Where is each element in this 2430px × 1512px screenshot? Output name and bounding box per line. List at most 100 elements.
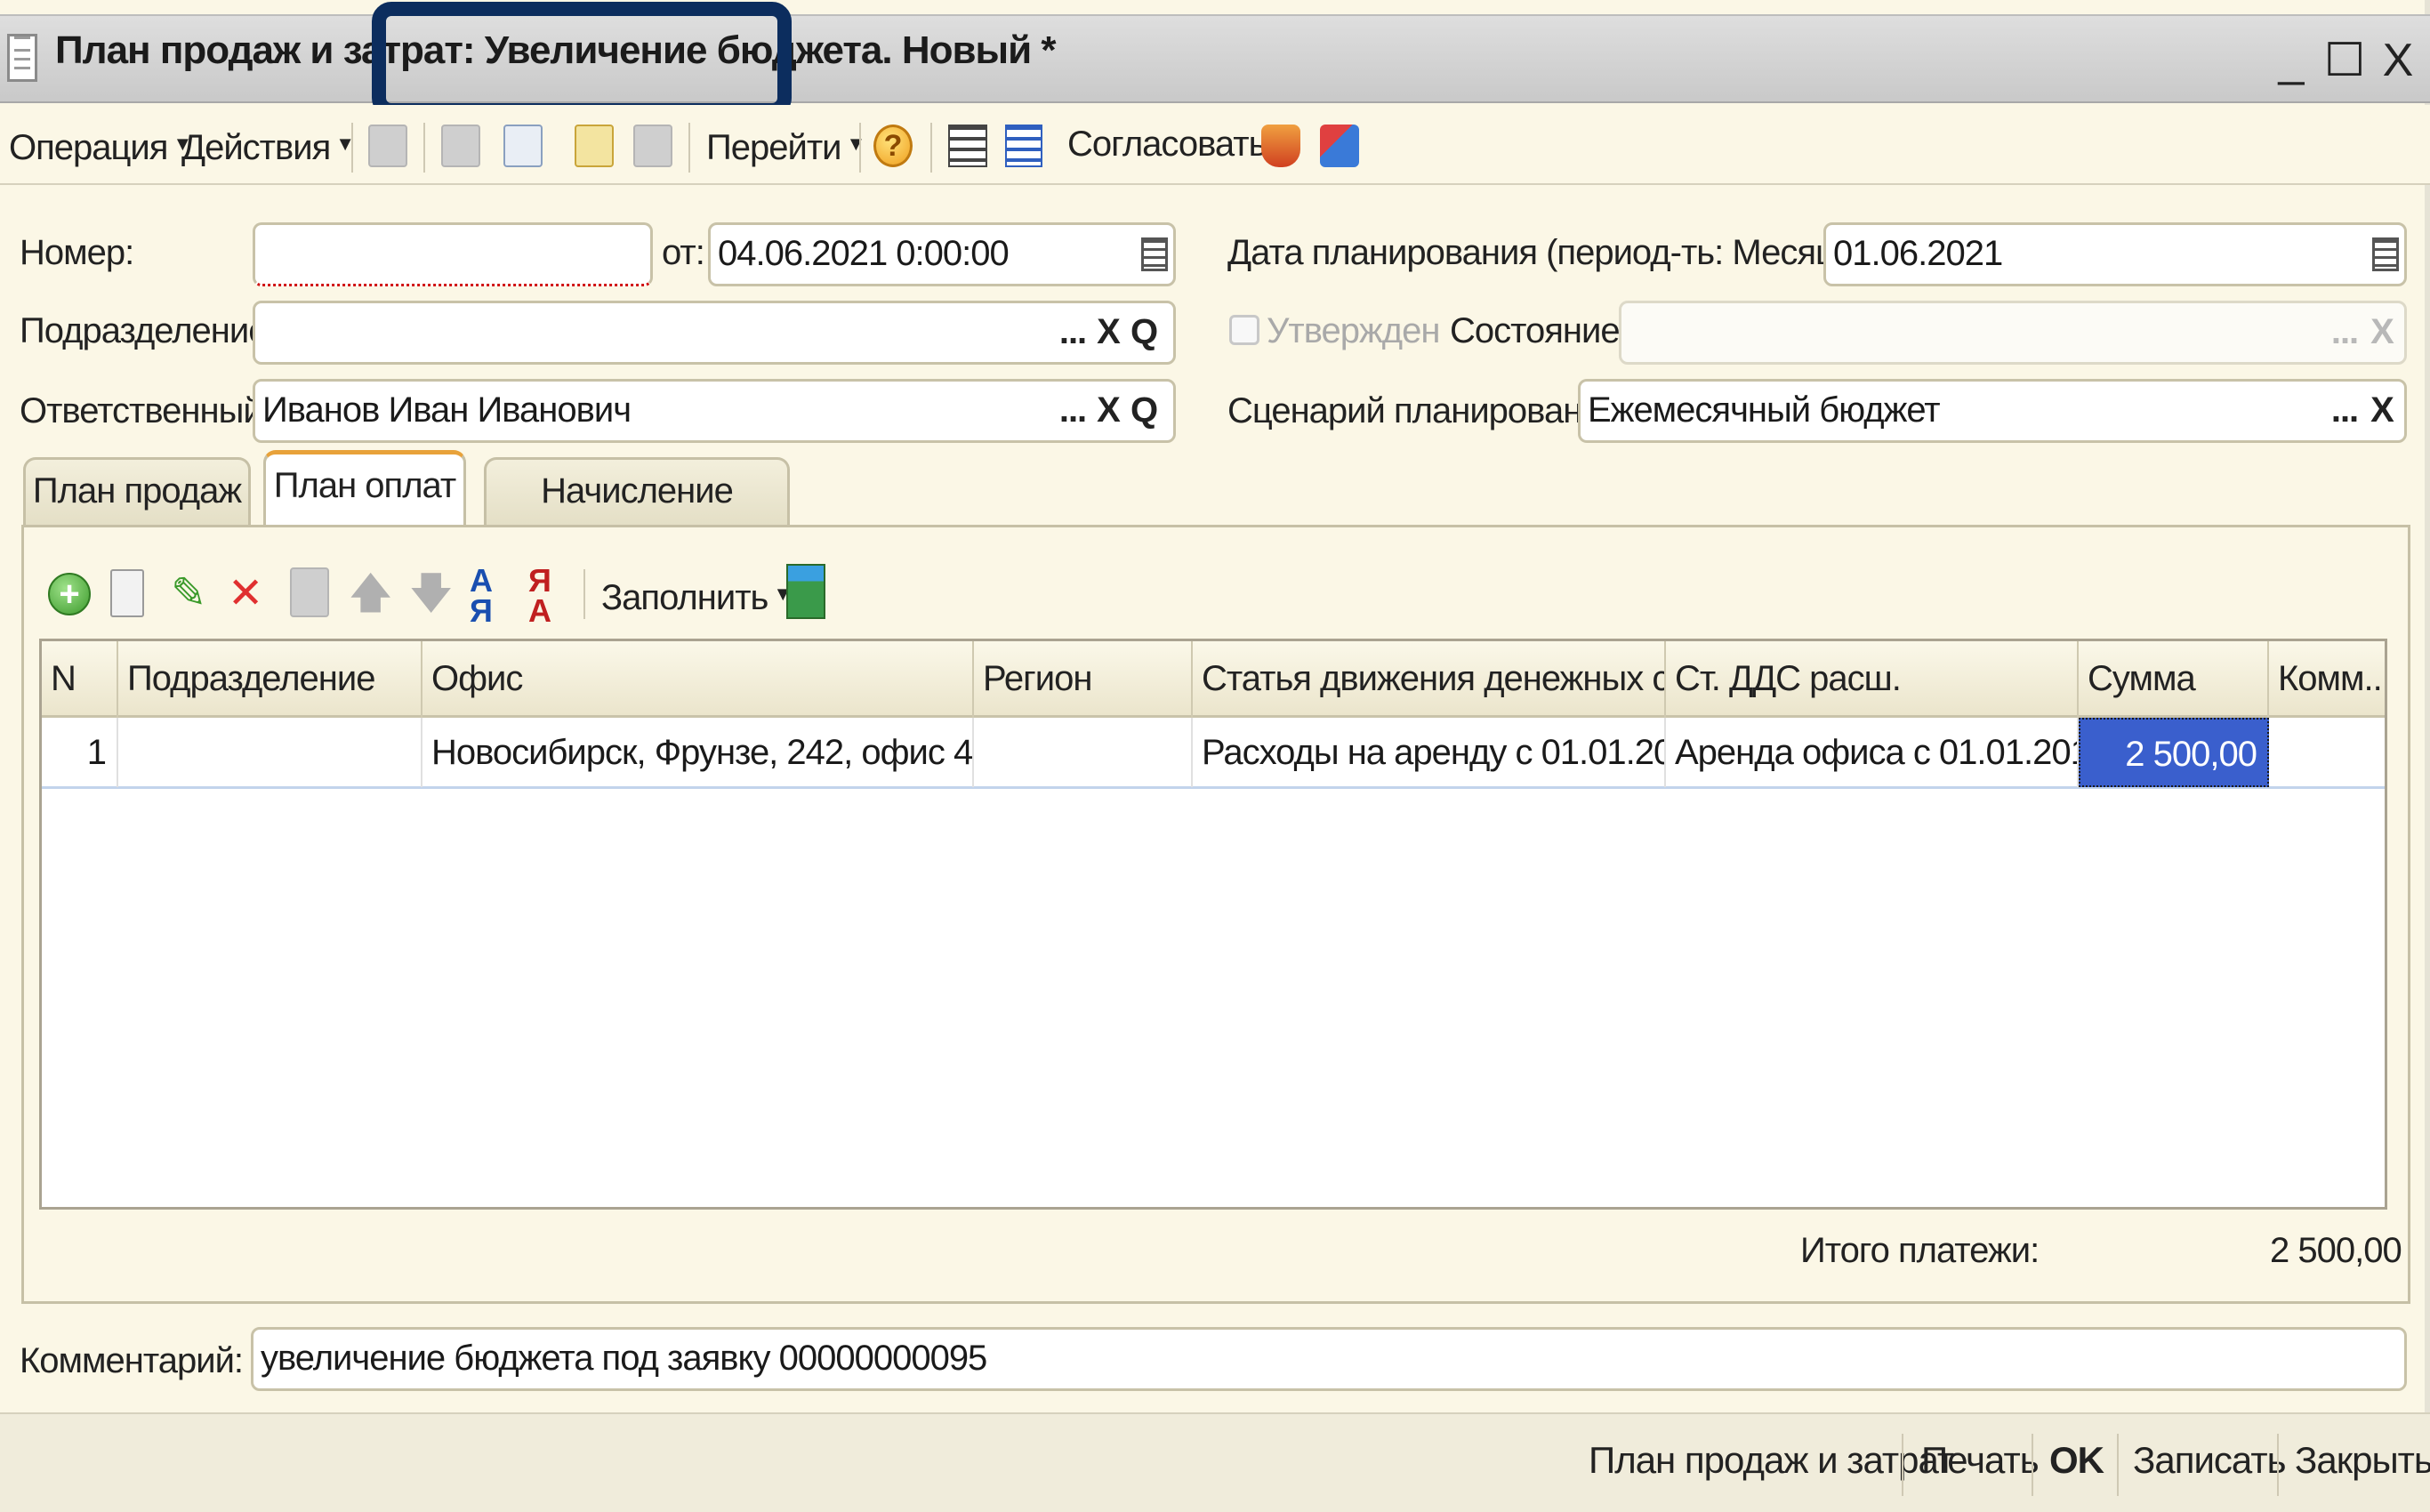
total-payments-value: 2 500,00 (2270, 1231, 2402, 1270)
bar-separator (2032, 1434, 2033, 1496)
payments-table[interactable]: N Подразделение Офис Регион Статья движе… (39, 639, 2387, 1210)
planning-date-field[interactable]: 01.06.2021 (1823, 222, 2407, 286)
main-toolbar: Операция ▼ Действия ▼ Перейти ▼ ? Согласова… (0, 105, 2430, 185)
title-bar: План продаж и затрат: Увеличение бюджета… (0, 14, 2430, 103)
actions-menu[interactable]: Действия ▼ (181, 117, 355, 171)
refresh-icon[interactable] (441, 125, 480, 167)
calendar-icon[interactable] (2372, 237, 2399, 271)
division-search-icon[interactable]: Q (1127, 303, 1161, 362)
post-document-icon[interactable] (368, 125, 407, 167)
division-field[interactable]: ... X Q (253, 301, 1176, 365)
scenario-value: Ежемесячный бюджет (1588, 390, 1941, 430)
column-header-n[interactable]: N (42, 641, 118, 718)
column-header-amount[interactable]: Сумма (2079, 641, 2269, 718)
responsible-label: Ответственный: (20, 391, 272, 430)
approved-checkbox[interactable] (1229, 315, 1259, 345)
title-highlight-frame (372, 2, 792, 117)
save-button[interactable]: Записать (2133, 1439, 2286, 1482)
scenario-select-button[interactable]: ... (2328, 382, 2362, 440)
goto-menu-label: Перейти (706, 128, 841, 167)
total-payments-label: Итого платежи: (1800, 1231, 2040, 1270)
column-header-division[interactable]: Подразделение (118, 641, 422, 718)
column-header-comment[interactable]: Комм... (2269, 641, 2385, 718)
approve-button[interactable]: Согласовать (1067, 117, 1267, 171)
cell-dds-ext[interactable]: Аренда офиса с 01.01.2019 (1666, 718, 2079, 787)
state-clear-button[interactable]: X (2365, 303, 2399, 362)
move-down-icon[interactable]: 🡇 (409, 569, 453, 619)
ok-button[interactable]: OK (2049, 1439, 2104, 1482)
goto-menu[interactable]: Перейти ▼ (706, 117, 865, 171)
bar-separator (2277, 1434, 2279, 1496)
column-header-cash-flow-item[interactable]: Статья движения денежных сре... (1193, 641, 1666, 718)
division-clear-button[interactable]: X (1091, 303, 1125, 362)
checklist-icon[interactable] (1005, 125, 1042, 167)
maximize-button[interactable]: ☐ (2321, 36, 2368, 89)
close-window-button[interactable]: X (2375, 36, 2421, 89)
tab-sales-plan[interactable]: План продаж (23, 457, 251, 525)
table-row[interactable]: 1 Новосибирск, Фрунзе, 242, офис 403 Рас… (42, 718, 2385, 789)
number-label: Номер: (20, 233, 134, 272)
copy-document-icon[interactable] (503, 125, 543, 167)
date-value: 04.06.2021 0:00:00 (718, 234, 1010, 273)
cell-n[interactable]: 1 (42, 718, 118, 787)
responsible-value: Иванов Иван Иванович (262, 390, 632, 430)
responsible-search-icon[interactable]: Q (1127, 382, 1161, 440)
add-row-icon[interactable]: + (48, 573, 91, 615)
sort-descending-icon[interactable]: ЯА (528, 565, 551, 627)
print-button[interactable]: Печать (1921, 1439, 2040, 1482)
fill-menu[interactable]: Заполнить ▼ (601, 567, 793, 621)
comment-label: Комментарий: (20, 1341, 244, 1380)
state-field[interactable]: ... X (1619, 301, 2407, 365)
date-field[interactable]: 04.06.2021 0:00:00 (708, 222, 1176, 286)
actions-menu-label: Действия (181, 128, 331, 167)
move-up-icon[interactable]: 🡅 (349, 569, 392, 619)
delete-row-icon[interactable]: ✕ (228, 569, 263, 619)
tab-payment-plan[interactable]: План оплат (263, 450, 466, 528)
structure-icon[interactable] (575, 125, 614, 167)
cell-amount[interactable]: 2 500,00 (2079, 718, 2269, 787)
scenario-field[interactable]: Ежемесячный бюджет ... X (1578, 379, 2407, 443)
column-header-region[interactable]: Регион (974, 641, 1193, 718)
tab-cost-accrual[interactable]: Начисление затрат (484, 457, 790, 573)
calendar-icon[interactable] (1141, 237, 1168, 271)
toolbar-separator (423, 123, 425, 173)
responsible-field[interactable]: Иванов Иван Иванович ... X Q (253, 379, 1176, 443)
from-label: от: (662, 233, 705, 272)
column-header-office[interactable]: Офис (422, 641, 974, 718)
cell-cash-flow-item[interactable]: Расходы на аренду с 01.01.2019 (1193, 718, 1666, 787)
cell-region[interactable] (974, 718, 1193, 787)
toolbar-separator (351, 123, 353, 173)
responsible-select-button[interactable]: ... (1056, 382, 1090, 440)
dropdown-arrow-icon: ▼ (846, 133, 866, 155)
scenario-label: Сценарий планирования: (1227, 391, 1629, 430)
sort-ascending-icon[interactable]: АЯ (470, 565, 493, 627)
sales-cost-plan-button[interactable]: План продаж и затрат (1589, 1439, 1954, 1482)
division-select-button[interactable]: ... (1056, 303, 1090, 362)
cell-division[interactable] (118, 718, 422, 787)
send-message-icon[interactable] (1320, 125, 1359, 167)
planning-date-value: 01.06.2021 (1833, 234, 2003, 273)
cell-comment[interactable] (2269, 718, 2385, 787)
state-select-button[interactable]: ... (2328, 303, 2362, 362)
column-header-dds-ext[interactable]: Ст. ДДС расш. (1666, 641, 2079, 718)
scenario-clear-button[interactable]: X (2365, 382, 2399, 440)
list-view-icon[interactable] (948, 125, 987, 167)
bar-separator (1902, 1434, 1903, 1496)
edit-row-icon[interactable]: ✎ (171, 569, 206, 619)
toolbar-separator (583, 569, 585, 619)
close-button[interactable]: Закрыть (2295, 1439, 2430, 1482)
number-field[interactable] (253, 222, 653, 286)
help-icon[interactable]: ? (873, 125, 913, 167)
route-icon[interactable] (1261, 125, 1300, 167)
approved-label: Утвержден (1267, 311, 1440, 350)
movements-icon[interactable] (633, 125, 672, 167)
copy-row-icon[interactable] (110, 569, 144, 617)
operation-menu[interactable]: Операция ▼ (9, 117, 192, 171)
responsible-clear-button[interactable]: X (1091, 382, 1125, 440)
cell-office[interactable]: Новосибирск, Фрунзе, 242, офис 403 (422, 718, 974, 787)
fill-menu-label: Заполнить (601, 578, 768, 617)
minimize-button[interactable]: _ (2268, 36, 2314, 89)
end-edit-icon[interactable] (290, 567, 329, 617)
comment-field[interactable]: увеличение бюджета под заявку 0000000009… (251, 1327, 2407, 1391)
export-table-icon[interactable] (786, 564, 825, 619)
